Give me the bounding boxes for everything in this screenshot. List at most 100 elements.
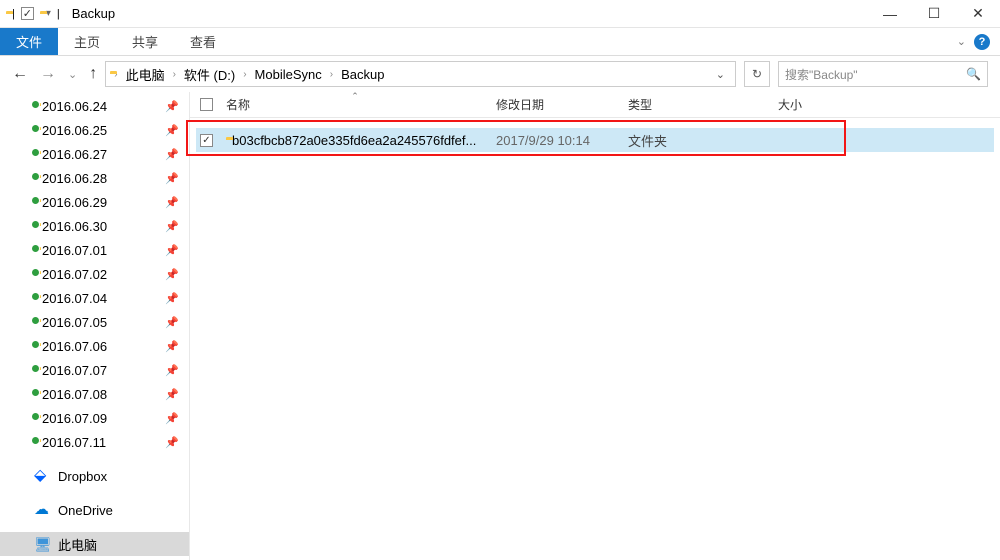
pin-icon: 📌 [165, 412, 179, 425]
maximize-button[interactable]: ☐ [912, 0, 956, 28]
sidebar-item-folder[interactable]: 2016.07.07 📌 [0, 358, 189, 382]
breadcrumb-backup[interactable]: Backup [337, 67, 388, 82]
sidebar-item-folder[interactable]: 2016.07.02 📌 [0, 262, 189, 286]
window-title: Backup [72, 6, 115, 21]
refresh-button[interactable]: ↻ [744, 61, 770, 87]
sidebar-item-folder[interactable]: 2016.07.01📌 [0, 238, 189, 262]
breadcrumb-this-pc[interactable]: 此电脑 [122, 65, 169, 84]
sidebar-item-label: 2016.06.30 [42, 219, 107, 234]
sidebar-item-folder[interactable]: 2016.07.04 📌 [0, 286, 189, 310]
chevron-right-icon[interactable]: › [241, 69, 248, 80]
column-headers: ⌃ 名称 修改日期 类型 大小 [190, 92, 1000, 118]
column-checkbox[interactable] [196, 92, 220, 117]
sidebar-item-label: 2016.07.06 [42, 339, 107, 354]
sidebar-item-label: 2016.07.07 [42, 363, 107, 378]
row-checkbox[interactable]: ✓ [200, 134, 213, 147]
file-name: b03cfbcb872a0e335fd6ea2a245576fdfef... [232, 133, 476, 148]
sidebar-item-folder[interactable]: 2016.07.08 📌 [0, 382, 189, 406]
pin-icon: 📌 [165, 388, 179, 401]
breadcrumb-mobilesync[interactable]: MobileSync [251, 67, 326, 82]
sidebar-item-folder[interactable]: 2016.06.30 📌 [0, 214, 189, 238]
sidebar-item-label: 2016.07.05 [42, 315, 107, 330]
search-icon[interactable]: 🔍 [966, 67, 981, 81]
sidebar-item-label: 2016.07.09 [42, 411, 107, 426]
sidebar-item-folder[interactable]: 2016.07.06 📌 [0, 334, 189, 358]
chevron-right-icon[interactable]: › [171, 69, 178, 80]
search-placeholder: 搜索"Backup" [785, 66, 858, 83]
help-icon[interactable]: ? [974, 34, 990, 50]
pin-icon: 📌 [165, 196, 179, 209]
forward-button[interactable]: → [40, 65, 56, 83]
ribbon-expand-icon[interactable]: ⌄ [957, 35, 966, 48]
sidebar-item-label: 2016.06.24 [42, 99, 107, 114]
ribbon-tabs: 文件 主页 共享 查看 ⌄ ? [0, 28, 1000, 56]
sidebar-item-label: 2016.07.01 [42, 243, 107, 258]
sidebar-item-label: 2016.07.11 [42, 435, 106, 450]
window-controls: — ☐ ✕ [868, 0, 1000, 28]
address-dropdown-icon[interactable]: ⌄ [716, 68, 725, 81]
sidebar-item-label: OneDrive [58, 503, 113, 518]
column-name[interactable]: ⌃ 名称 [220, 92, 490, 117]
pin-icon: 📌 [165, 268, 179, 281]
sidebar-item-label: 2016.07.02 [42, 267, 107, 282]
sidebar-item-folder[interactable]: 2016.06.25 📌 [0, 118, 189, 142]
pin-icon: 📌 [165, 148, 179, 161]
pin-icon: 📌 [165, 364, 179, 377]
minimize-button[interactable]: — [868, 0, 912, 28]
column-type[interactable]: 类型 [622, 92, 772, 117]
search-input[interactable]: 搜索"Backup" 🔍 [778, 61, 988, 87]
sidebar-item-onedrive[interactable]: ☁ OneDrive [0, 498, 189, 522]
tab-file[interactable]: 文件 [0, 28, 58, 55]
pin-icon: 📌 [165, 100, 179, 113]
qat-separator: | [57, 8, 60, 20]
dropbox-icon: ⬙ [34, 469, 50, 483]
pin-icon: 📌 [165, 292, 179, 305]
column-label: 大小 [778, 96, 802, 113]
sidebar-item-folder[interactable]: 2016.06.24 📌 [0, 94, 189, 118]
file-row[interactable]: ✓ b03cfbcb872a0e335fd6ea2a245576fdfef...… [196, 128, 994, 152]
column-label: 修改日期 [496, 96, 544, 113]
titlebar: | ✓ ▾ | Backup — ☐ ✕ [0, 0, 1000, 28]
navigation-pane: 2016.06.24📌2016.06.25📌2016.06.27📌2016.06… [0, 92, 190, 560]
sidebar-item-label: 此电脑 [58, 535, 97, 554]
pin-icon: 📌 [165, 340, 179, 353]
sidebar-item-label: 2016.06.27 [42, 147, 107, 162]
qat-separator: | [12, 8, 15, 20]
sidebar-item-folder[interactable]: 2016.06.27 📌 [0, 142, 189, 166]
sidebar-item-folder[interactable]: 2016.07.09 📌 [0, 406, 189, 430]
pin-icon: 📌 [165, 220, 179, 233]
pin-icon: 📌 [165, 124, 179, 137]
sidebar-item-label: 2016.07.08 [42, 387, 107, 402]
column-label: 名称 [226, 96, 250, 113]
column-size[interactable]: 大小 [772, 92, 872, 117]
tab-home[interactable]: 主页 [58, 28, 116, 55]
sidebar-item-folder[interactable]: 2016.07.11 📌 [0, 430, 189, 454]
sidebar-item-folder[interactable]: 2016.06.28📌 [0, 166, 189, 190]
sidebar-item-folder[interactable]: 2016.07.05📌 [0, 310, 189, 334]
quick-access-toolbar: | ✓ ▾ | [6, 7, 60, 20]
tab-view[interactable]: 查看 [174, 28, 232, 55]
onedrive-icon: ☁ [34, 503, 50, 517]
chevron-right-icon[interactable]: › [328, 69, 335, 80]
close-button[interactable]: ✕ [956, 0, 1000, 28]
recent-locations-icon[interactable]: ⌄ [68, 68, 77, 81]
tab-share[interactable]: 共享 [116, 28, 174, 55]
sort-indicator-icon: ⌃ [351, 91, 359, 102]
column-date[interactable]: 修改日期 [490, 92, 622, 117]
select-all-checkbox[interactable] [200, 98, 213, 111]
sidebar-item-label: 2016.06.25 [42, 123, 107, 138]
sidebar-item-label: 2016.06.29 [42, 195, 107, 210]
qat-dropdown-icon[interactable]: ▾ [46, 8, 51, 19]
sidebar-item-folder[interactable]: 2016.06.29 📌 [0, 190, 189, 214]
sidebar-item-this-pc[interactable]: 🖥 此电脑 [0, 532, 189, 556]
pin-icon: 📌 [165, 436, 179, 449]
back-button[interactable]: ← [12, 65, 28, 83]
address-bar[interactable]: › 此电脑 › 软件 (D:) › MobileSync › Backup ⌄ [105, 61, 736, 87]
file-list-pane: ⌃ 名称 修改日期 类型 大小 ✓ b03cfbcb872a0e335f [190, 92, 1000, 560]
sidebar-item-label: 2016.07.04 [42, 291, 107, 306]
qat-checkbox-icon[interactable]: ✓ [21, 7, 34, 20]
column-label: 类型 [628, 96, 652, 113]
up-button[interactable]: ↑ [89, 65, 97, 83]
sidebar-item-dropbox[interactable]: ⬙ Dropbox [0, 464, 189, 488]
breadcrumb-drive[interactable]: 软件 (D:) [180, 65, 239, 84]
